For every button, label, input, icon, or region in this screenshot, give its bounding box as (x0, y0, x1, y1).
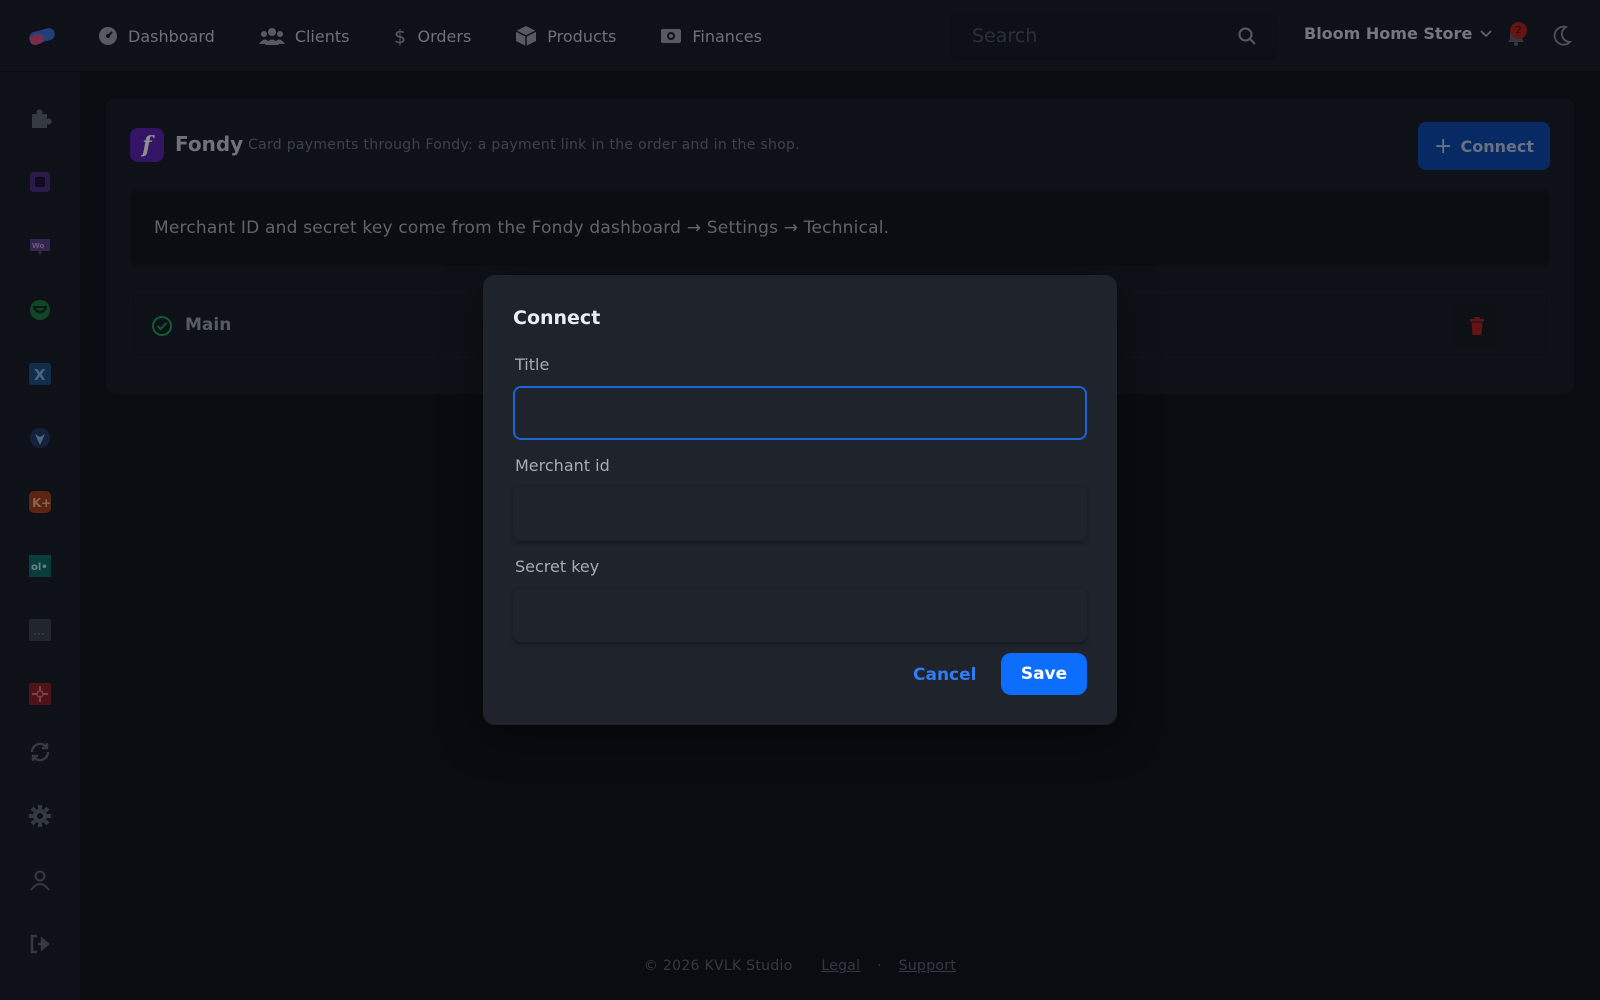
modal-title: Connect (513, 307, 601, 329)
connect-modal: Connect Title Merchant id Secret key Can… (483, 275, 1117, 725)
cancel-button[interactable]: Cancel (913, 665, 976, 685)
secret-key-field[interactable] (513, 588, 1087, 642)
save-button[interactable]: Save (1001, 653, 1087, 695)
title-field[interactable] (513, 386, 1087, 440)
merchant-id-field-label: Merchant id (515, 456, 610, 475)
merchant-id-field[interactable] (513, 487, 1087, 541)
secret-key-field-label: Secret key (515, 557, 600, 576)
title-field-label: Title (515, 355, 550, 374)
